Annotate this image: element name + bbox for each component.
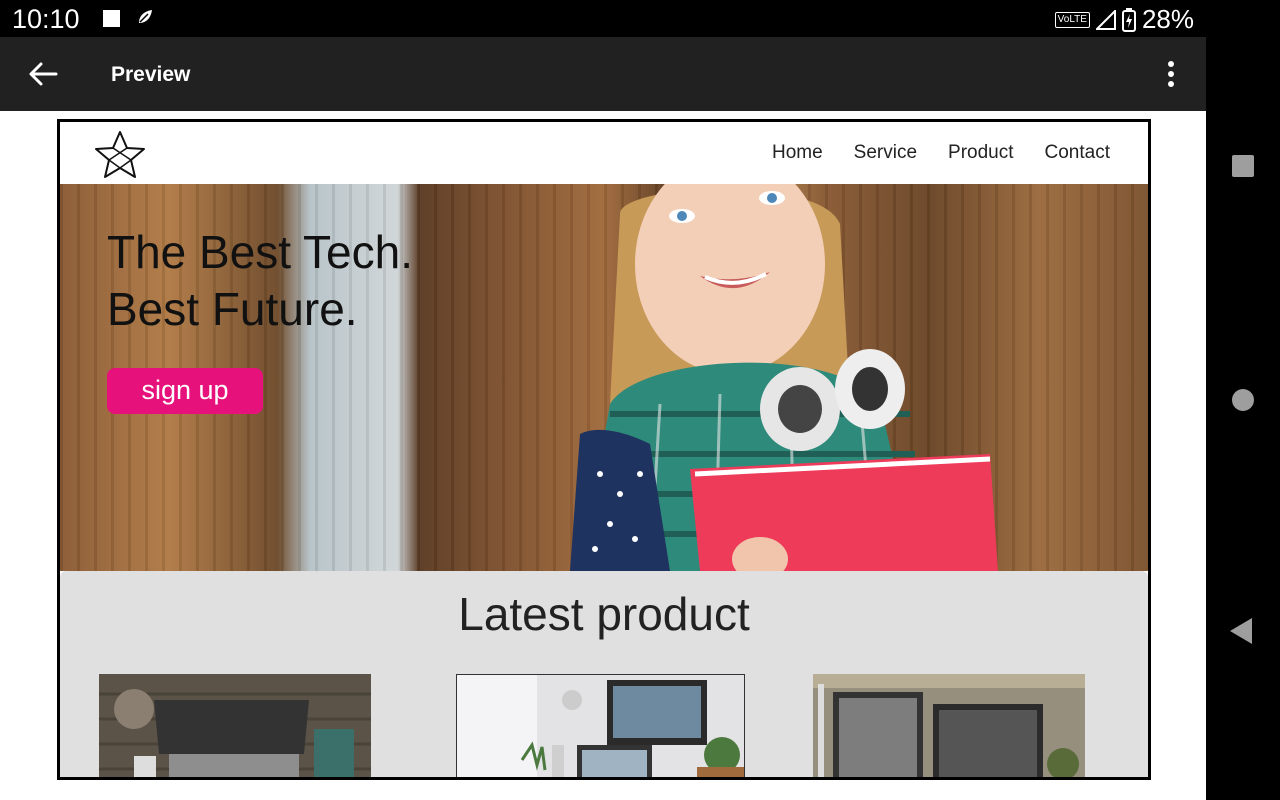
home-circle-icon[interactable] [1232,389,1254,411]
nav-product[interactable]: Product [948,142,1013,164]
signal-icon [1095,9,1116,30]
star-logo-icon[interactable] [94,129,146,179]
site-header: Home Service Product Contact [60,122,1148,184]
signup-button[interactable]: sign up [107,368,263,414]
hero-line-1: The Best Tech. [107,226,413,278]
status-time: 10:10 [12,4,80,34]
hero-headline: The Best Tech. Best Future. [107,224,413,338]
system-nav-bar [1206,0,1280,800]
app-title: Preview [111,63,191,86]
status-bar: 10:10 VoLTE 28% [0,0,1206,37]
back-triangle-icon[interactable] [1230,618,1252,644]
volte-icon: VoLTE [1054,11,1090,28]
recents-square-icon[interactable] [1232,155,1254,177]
product-card[interactable] [813,674,1085,777]
nav-home[interactable]: Home [772,142,823,164]
more-vert-icon[interactable] [1156,57,1186,91]
product-image-dual-monitors [813,674,1085,777]
latest-product-title: Latest product [458,588,750,640]
nav-service[interactable]: Service [854,142,917,164]
latest-product-section: Latest product [60,571,1148,777]
preview-frame: Home Service Product Contact The Best Te… [57,119,1151,780]
product-card[interactable] [99,674,371,777]
status-indicators: VoLTE 28% [1054,4,1194,35]
battery-charging-icon [1121,7,1136,32]
product-image-laptop-desk [99,674,371,777]
hero-line-2: Best Future. [107,283,358,335]
product-card[interactable] [456,674,745,777]
app-bar: Preview [0,37,1206,111]
leaf-icon [139,10,152,23]
notification-square-icon [103,10,120,27]
student-photo [570,184,998,571]
hero-banner: The Best Tech. Best Future. sign up [60,184,1148,571]
nav-contact[interactable]: Contact [1045,142,1110,164]
product-image-monitor-desk [457,675,744,777]
battery-percent: 28% [1141,4,1194,34]
site-nav: Home Service Product Contact [772,142,1110,164]
back-arrow-icon[interactable] [26,57,60,91]
